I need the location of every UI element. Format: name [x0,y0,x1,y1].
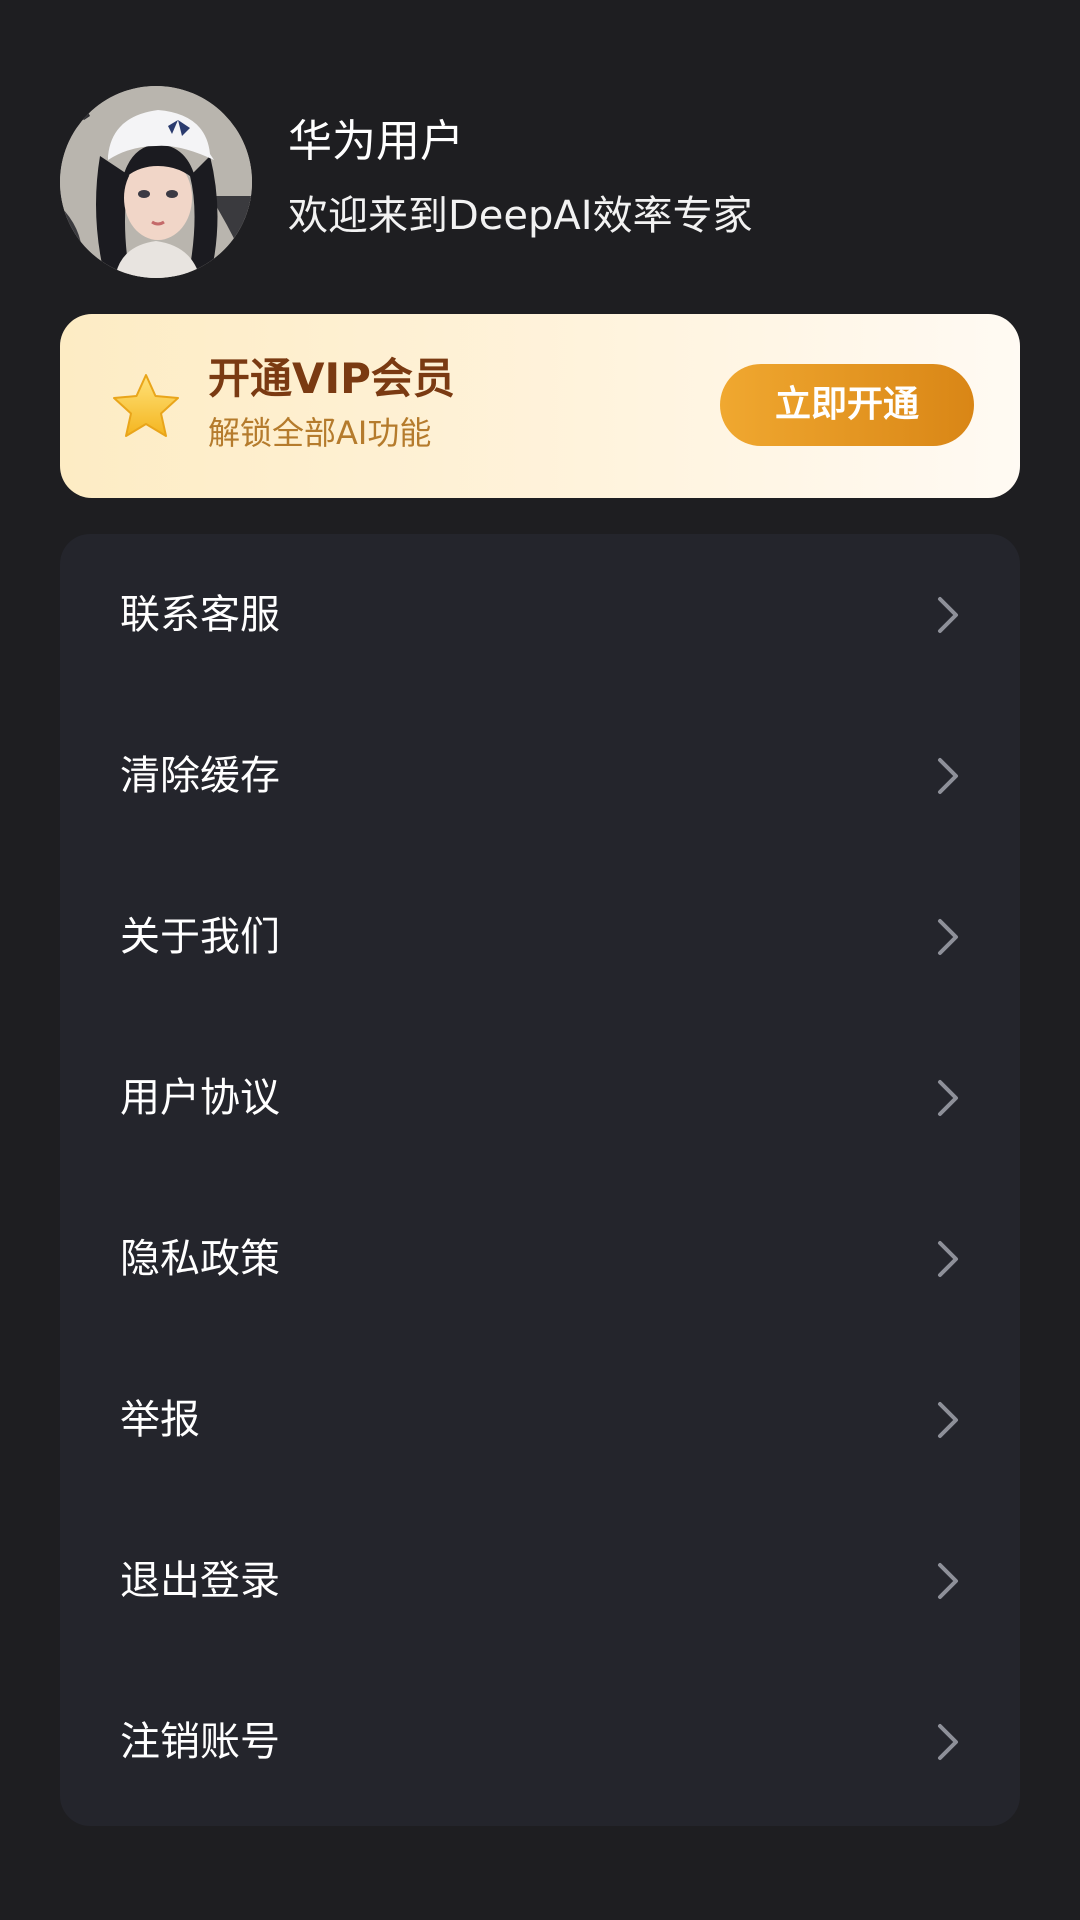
menu-item-clear-cache[interactable]: 清除缓存 [60,695,1020,856]
menu-item-logout[interactable]: 退出登录 [60,1500,1020,1661]
chevron-right-icon [938,596,958,633]
chevron-right-icon [938,757,958,794]
menu-item-report[interactable]: 举报 [60,1339,1020,1500]
menu-item-label: 清除缓存 [120,752,280,799]
menu-item-user-agreement[interactable]: 用户协议 [60,1017,1020,1178]
menu-item-label: 隐私政策 [120,1235,280,1282]
vip-title: 开通VIP会员 [208,354,455,403]
menu-item-label: 联系客服 [120,591,280,638]
chevron-right-icon [938,1240,958,1277]
menu-item-label: 退出登录 [120,1557,280,1604]
chevron-right-icon [938,1562,958,1599]
vip-banner[interactable]: 开通VIP会员 解锁全部AI功能 立即开通 [60,314,1020,498]
star-icon [113,374,179,437]
chevron-right-icon [938,918,958,955]
menu-item-label: 用户协议 [120,1074,280,1121]
profile-header: 华为用户 欢迎来到DeepAI效率专家 [60,86,1020,278]
avatar[interactable] [60,86,252,278]
menu-item-contact-support[interactable]: 联系客服 [60,534,1020,695]
menu-item-label: 注销账号 [120,1718,280,1765]
welcome-text: 欢迎来到DeepAI效率专家 [288,193,753,239]
settings-menu: 联系客服 清除缓存 关于我们 用户协议 隐私政策 举报 退出登录 注销账号 [60,534,1020,1826]
menu-item-label: 关于我们 [120,913,280,960]
chevron-right-icon [938,1079,958,1116]
chevron-right-icon [938,1401,958,1438]
menu-item-delete-account[interactable]: 注销账号 [60,1661,1020,1822]
avatar-portrait-icon [60,86,252,278]
menu-item-label: 举报 [120,1396,200,1443]
activate-vip-button[interactable]: 立即开通 [720,364,974,446]
menu-item-privacy-policy[interactable]: 隐私政策 [60,1178,1020,1339]
menu-item-about-us[interactable]: 关于我们 [60,856,1020,1017]
vip-subtitle: 解锁全部AI功能 [208,414,432,452]
username: 华为用户 [288,116,464,167]
chevron-right-icon [938,1723,958,1760]
